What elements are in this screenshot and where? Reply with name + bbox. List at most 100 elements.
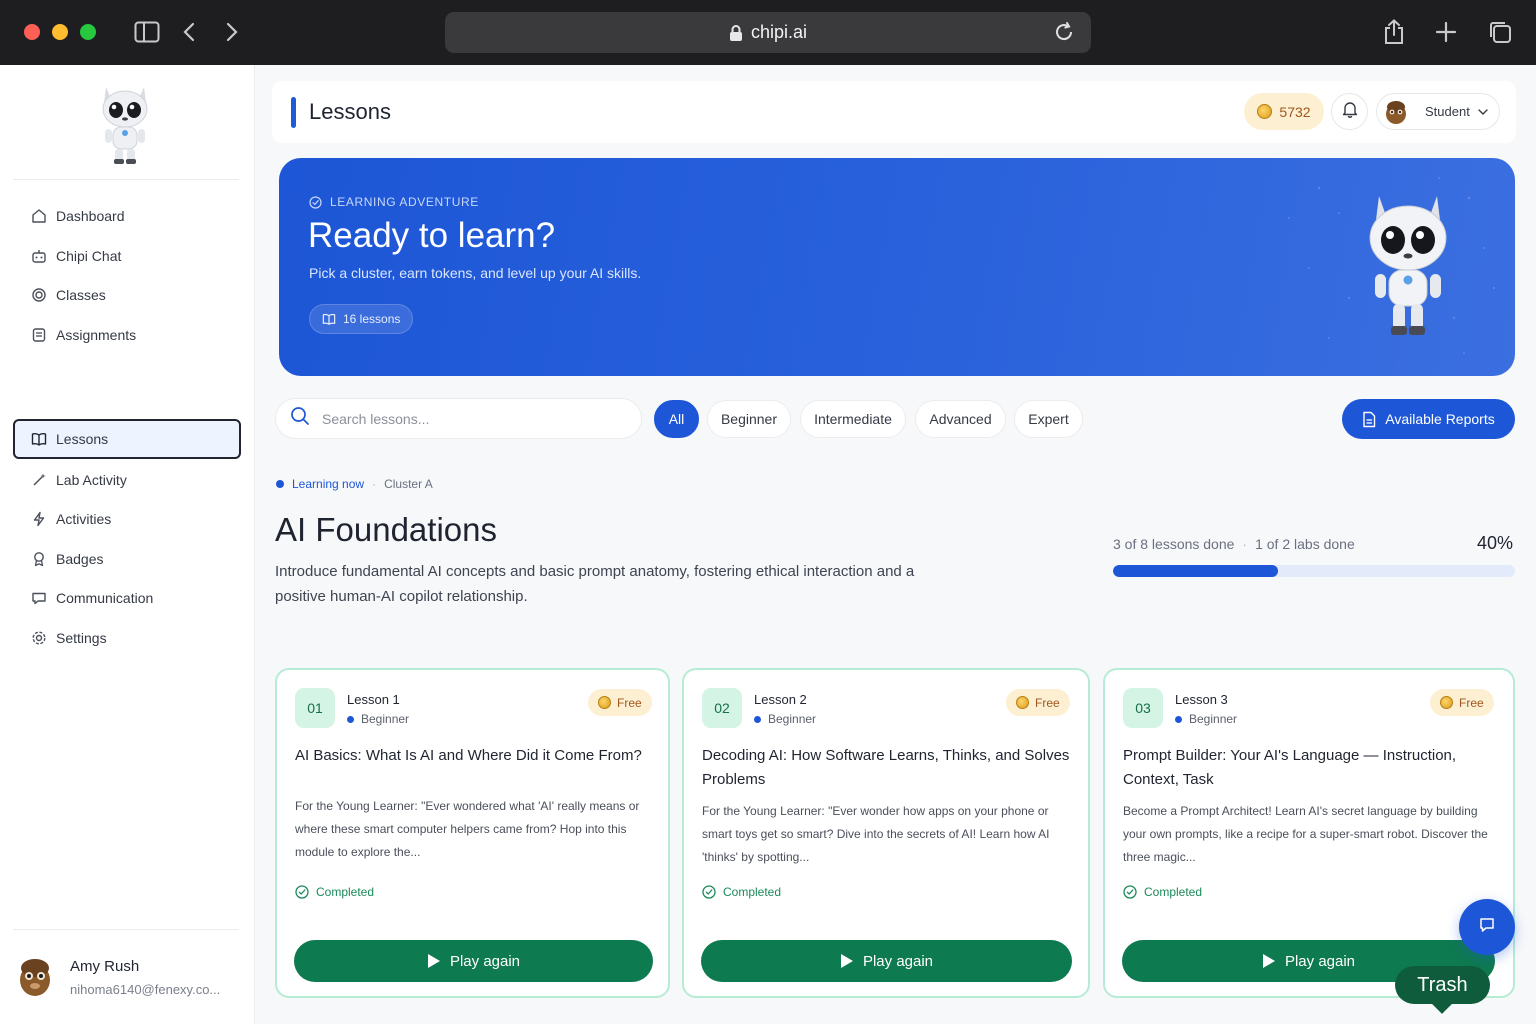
target-icon	[309, 195, 322, 209]
title-accent-bar	[291, 97, 296, 128]
filter-chip-expert[interactable]: Expert	[1014, 400, 1083, 438]
bolt-icon	[30, 510, 48, 528]
play-again-label: Play again	[1284, 952, 1356, 970]
minimize-window-button[interactable]	[52, 24, 68, 40]
back-icon[interactable]	[175, 18, 203, 46]
sidebar-item-label: Badges	[56, 551, 104, 567]
token-balance[interactable]: 5732	[1244, 93, 1324, 130]
lesson-description: Become a Prompt Architect! Learn AI's se…	[1123, 804, 1488, 864]
book-icon	[322, 313, 336, 326]
sidebar-item-label: Classes	[56, 287, 106, 303]
lesson-description: For the Young Learner: "Ever wondered wh…	[295, 799, 640, 859]
book-icon	[30, 430, 48, 448]
lesson-status: Completed	[295, 885, 374, 899]
gear-icon	[30, 629, 48, 647]
address-bar[interactable]: chipi.ai	[445, 12, 1091, 53]
lesson-number: 03	[1123, 688, 1163, 728]
token-count: 5732	[1279, 103, 1311, 120]
sidebar-item-label: Chipi Chat	[56, 248, 122, 264]
close-window-button[interactable]	[24, 24, 40, 40]
tooltip-tail	[1432, 994, 1452, 1014]
lesson-card-2[interactable]: 02 Lesson 2 Beginner Free Decoding AI: H…	[682, 668, 1090, 998]
chat-fab-button[interactable]	[1459, 899, 1515, 955]
lesson-name: Lesson 2	[754, 692, 807, 707]
filter-chip-advanced[interactable]: Advanced	[915, 400, 1006, 438]
lesson-level: Beginner	[1175, 712, 1237, 726]
play-icon	[427, 953, 441, 969]
sidebar-item-chipi-chat[interactable]: Chipi Chat	[13, 236, 241, 276]
lesson-card-3[interactable]: 03 Lesson 3 Beginner Free Prompt Builder…	[1103, 668, 1515, 998]
lesson-card-1[interactable]: 01 Lesson 1 Beginner Free AI Basics: Wha…	[275, 668, 670, 998]
filter-chip-intermediate[interactable]: Intermediate	[800, 400, 906, 438]
lesson-status: Completed	[1123, 885, 1202, 899]
coin-icon	[1016, 696, 1029, 709]
tab-overview-icon[interactable]	[1486, 18, 1514, 46]
mascot-illustration	[1363, 186, 1453, 344]
sidebar-item-dashboard[interactable]: Dashboard	[13, 196, 241, 236]
lesson-description: For the Young Learner: "Ever wonder how …	[702, 804, 1050, 864]
price-badge: Free	[588, 689, 652, 716]
lesson-status: Completed	[702, 885, 781, 899]
price-text: Free	[1035, 695, 1060, 710]
sidebar-item-badges[interactable]: Badges	[13, 539, 241, 579]
filter-chip-all[interactable]: All	[654, 400, 699, 438]
role-switcher[interactable]: Student	[1376, 93, 1500, 130]
progress-bar-fill	[1113, 565, 1278, 577]
check-circle-icon	[702, 885, 716, 899]
sidebar-item-label: Activities	[56, 511, 112, 527]
robot-icon	[30, 247, 48, 265]
check-circle-icon	[295, 885, 309, 899]
sidebar-item-activities[interactable]: Activities	[13, 499, 241, 539]
sidebar-item-settings[interactable]: Settings	[13, 618, 241, 658]
lesson-level: Beginner	[754, 712, 816, 726]
chipi-logo[interactable]	[96, 79, 154, 165]
lesson-level-text: Beginner	[1189, 712, 1238, 726]
price-badge: Free	[1430, 689, 1494, 716]
price-text: Free	[1459, 695, 1484, 710]
sidebar-toggle-icon[interactable]	[133, 18, 161, 46]
notifications-button[interactable]	[1331, 93, 1368, 130]
sidebar-item-label: Lab Activity	[56, 472, 127, 488]
sidebar-item-classes[interactable]: Classes	[13, 275, 241, 315]
url-text: chipi.ai	[750, 22, 808, 42]
share-icon[interactable]	[1380, 18, 1408, 46]
lesson-name: Lesson 1	[347, 692, 400, 707]
reload-icon[interactable]	[1053, 21, 1075, 48]
trash-tooltip: Trash	[1395, 966, 1490, 1014]
hero-eyebrow-text: LEARNING ADVENTURE	[330, 195, 479, 209]
lesson-title[interactable]: AI Basics: What Is AI and Where Did it C…	[295, 744, 650, 768]
search-box[interactable]	[275, 398, 642, 439]
play-again-button[interactable]: Play again	[701, 940, 1072, 982]
wand-icon	[30, 471, 48, 489]
sidebar-item-lab-activity[interactable]: Lab Activity	[13, 460, 241, 500]
home-icon	[30, 207, 48, 225]
lesson-number: 02	[702, 688, 742, 728]
lesson-count-text: 16 lessons	[343, 312, 401, 326]
lesson-title[interactable]: Prompt Builder: Your AI's Language — Ins…	[1123, 744, 1495, 792]
search-input[interactable]	[322, 410, 622, 427]
zoom-window-button[interactable]	[80, 24, 96, 40]
avatar	[18, 954, 52, 1000]
lesson-title[interactable]: Decoding AI: How Software Learns, Thinks…	[702, 744, 1070, 792]
trash-tooltip-label: Trash	[1417, 973, 1468, 996]
cluster-name: Cluster A	[384, 477, 433, 491]
available-reports-button[interactable]: Available Reports	[1342, 399, 1515, 439]
user-profile[interactable]: Amy Rush nihoma6140@fenexy.co...	[18, 954, 246, 1014]
page-title: Lessons	[309, 99, 391, 124]
hero-banner: LEARNING ADVENTURE Ready to learn? Pick …	[279, 158, 1515, 376]
role-avatar	[1385, 99, 1407, 125]
filter-chip-beginner[interactable]: Beginner	[707, 400, 791, 438]
sidebar-item-lessons[interactable]: Lessons	[13, 419, 241, 459]
cluster-description: Introduce fundamental AI concepts and ba…	[275, 563, 915, 605]
cluster-status: Learning now	[292, 477, 365, 491]
search-icon	[290, 406, 310, 431]
status-dot	[276, 480, 284, 488]
new-tab-icon[interactable]	[1432, 18, 1460, 46]
play-again-button[interactable]: Play again	[294, 940, 653, 982]
forward-icon[interactable]	[218, 18, 246, 46]
sidebar-item-assignments[interactable]: Assignments	[13, 315, 241, 355]
sidebar-item-communication[interactable]: Communication	[13, 578, 241, 618]
coin-icon	[1257, 104, 1273, 119]
progress-percent: 40%	[1477, 533, 1514, 553]
lesson-number: 01	[295, 688, 335, 728]
